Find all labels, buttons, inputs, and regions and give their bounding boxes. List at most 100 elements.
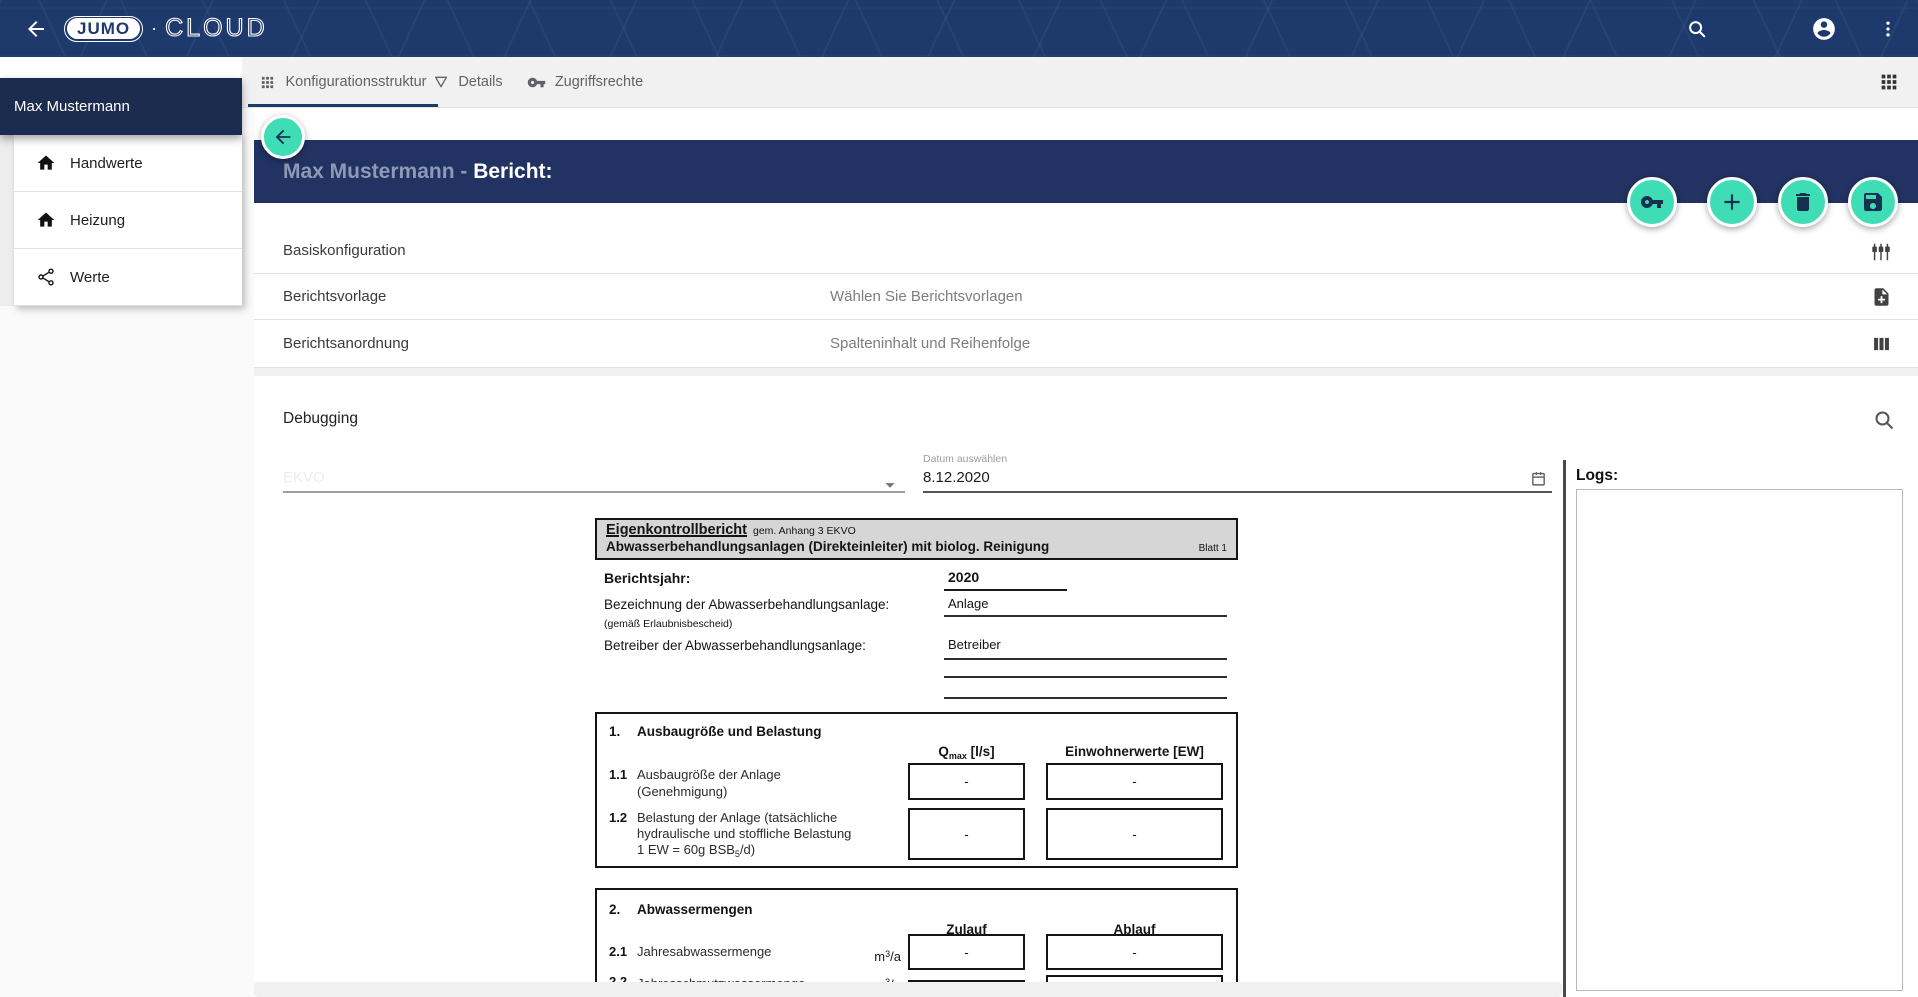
operator-underline	[944, 658, 1227, 660]
tab-zugriffsrechte[interactable]: Zugriffsrechte	[530, 57, 640, 107]
jumo-logo: JUMO	[64, 16, 143, 42]
operator-value: Betreiber	[948, 637, 1001, 652]
search-icon[interactable]	[1686, 18, 1708, 40]
sidebar-item-label: Werte	[70, 269, 110, 286]
sidebar-item-label: Handwerte	[70, 155, 143, 172]
app-bar-actions	[1686, 16, 1918, 42]
calendar-icon[interactable]	[1530, 470, 1547, 487]
key-icon	[1640, 190, 1664, 214]
plant-name-value: Anlage	[948, 596, 988, 611]
logs-label: Logs:	[1576, 467, 1618, 485]
debugging-title: Debugging	[283, 410, 358, 428]
section-title: Ausbaugröße und Belastung	[637, 724, 822, 739]
row-berichtsvorlage[interactable]: Berichtsvorlage Wählen Sie Berichtsvorla…	[254, 274, 1918, 320]
logs-divider	[1563, 460, 1566, 997]
tab-label: Details	[458, 74, 502, 90]
unit-label: m3/a	[853, 949, 901, 964]
row-berichtsanordnung[interactable]: Berichtsanordnung Spalteninhalt und Reih…	[254, 320, 1918, 368]
value-box: -	[908, 934, 1025, 970]
report-subtitle: Abwasserbehandlungsanlagen (Direkteinlei…	[606, 539, 1049, 554]
plant-name-note: (gemäß Erlaubnisbescheid)	[604, 618, 732, 630]
report-header-box: Eigenkontrollbericht gem. Anhang 3 EKVO …	[595, 518, 1238, 560]
year-label: Berichtsjahr:	[604, 570, 690, 586]
kebab-menu-icon[interactable]	[1878, 19, 1898, 39]
funnel-icon	[433, 74, 449, 90]
row-label: hydraulische und stoffliche Belastung	[637, 826, 851, 841]
share-icon	[36, 267, 56, 287]
key-icon	[527, 73, 546, 92]
sidebar-item-werte[interactable]: Werte	[14, 249, 242, 306]
columns-icon[interactable]	[1871, 333, 1892, 354]
horizontal-scrollbar[interactable]	[254, 982, 1562, 997]
row-label: Berichtsanordnung	[283, 335, 409, 352]
sidebar-header: Max Mustermann	[0, 78, 242, 135]
app-bar: JUMO · CLOUD	[0, 0, 1918, 57]
jumo-cloud-app: JUMO · CLOUD Konfigurationsstruktur	[0, 0, 1918, 997]
report-title: Eigenkontrollbericht	[606, 522, 747, 538]
note-add-icon[interactable]	[1871, 286, 1892, 307]
row-label: Belastung der Anlage (tatsächliche	[637, 810, 837, 825]
tab-details[interactable]: Details	[428, 57, 508, 107]
empty-underline	[944, 676, 1227, 678]
row-label: Jahresabwassermenge	[637, 944, 771, 959]
sidebar-top-spacer	[0, 57, 242, 78]
page-title-bold: Bericht:	[473, 160, 552, 183]
tab-label: Zugriffsrechte	[555, 74, 643, 90]
value-box: -	[908, 763, 1025, 800]
value-box: -	[1046, 808, 1223, 860]
row-label: Berichtsvorlage	[283, 288, 386, 305]
delete-button[interactable]	[1778, 177, 1828, 227]
report-sheet-number: Blatt 1	[1199, 543, 1227, 554]
row-number: 1.1	[609, 767, 627, 782]
empty-underline	[944, 697, 1227, 699]
date-input[interactable]: 8.12.2020	[923, 469, 990, 486]
main-content: Max Mustermann - Bericht: Basiskonfigura…	[254, 108, 1918, 997]
grid-icon	[259, 74, 276, 91]
sidebar-header-label: Max Mustermann	[14, 98, 130, 115]
back-arrow-icon[interactable]	[18, 11, 54, 47]
active-tab-underline	[248, 104, 438, 107]
sidebar-item-handwerte[interactable]: Handwerte	[14, 135, 242, 192]
tab-label: Konfigurationsstruktur	[285, 74, 426, 90]
section-2-box: 2. Abwassermengen Zulauf Ablauf 2.1 Jahr…	[595, 888, 1238, 997]
sidebar-items: Handwerte Heizung Werte	[14, 135, 242, 306]
apps-grid-icon[interactable]	[1878, 71, 1900, 93]
date-field-label: Datum auswählen	[923, 453, 1007, 465]
plant-name-label: Bezeichnung der Abwasserbehandlungsanlag…	[604, 597, 889, 612]
section-title: Abwassermengen	[637, 902, 753, 917]
report-title-suffix: gem. Anhang 3 EKVO	[753, 525, 856, 537]
back-button[interactable]	[261, 115, 305, 159]
column-header-qmax: Qmax [l/s]	[908, 744, 1025, 761]
section-1-box: 1. Ausbaugröße und Belastung Qmax [l/s] …	[595, 712, 1238, 868]
save-button[interactable]	[1848, 177, 1898, 227]
account-icon[interactable]	[1811, 16, 1837, 42]
section-number: 1.	[609, 724, 620, 739]
date-underline	[923, 491, 1552, 493]
home-icon	[36, 153, 56, 173]
jumo-logo-text: JUMO	[67, 18, 140, 39]
operator-label: Betreiber der Abwasserbehandlungsanlage:	[604, 638, 866, 653]
logo-separator: ·	[151, 18, 157, 39]
row-label: (Genehmigung)	[637, 784, 727, 799]
home-icon	[36, 210, 56, 230]
sidebar-item-label: Heizung	[70, 212, 125, 229]
cloud-logo-text: CLOUD	[165, 14, 268, 43]
plant-name-underline	[944, 615, 1227, 617]
add-button[interactable]	[1707, 177, 1757, 227]
report-type-dropdown[interactable]: EKVO	[283, 469, 325, 486]
row-label: Basiskonfiguration	[283, 242, 406, 259]
value-box: -	[1046, 934, 1223, 970]
page-title: Max Mustermann - Bericht:	[283, 160, 553, 184]
save-icon	[1861, 190, 1885, 214]
value-box: -	[1046, 763, 1223, 800]
sidebar-item-heizung[interactable]: Heizung	[14, 192, 242, 249]
section-number: 2.	[609, 902, 620, 917]
back-arrow-icon	[272, 126, 294, 148]
search-icon[interactable]	[1872, 408, 1896, 432]
row-label: 1 EW = 60g BSB5/d)	[637, 842, 755, 859]
tune-icon[interactable]	[1870, 241, 1892, 263]
logs-output-box	[1576, 489, 1903, 991]
row-label: Ausbaugröße der Anlage	[637, 767, 781, 782]
permissions-button[interactable]	[1627, 177, 1677, 227]
tab-konfigurationsstruktur[interactable]: Konfigurationsstruktur	[248, 57, 438, 107]
